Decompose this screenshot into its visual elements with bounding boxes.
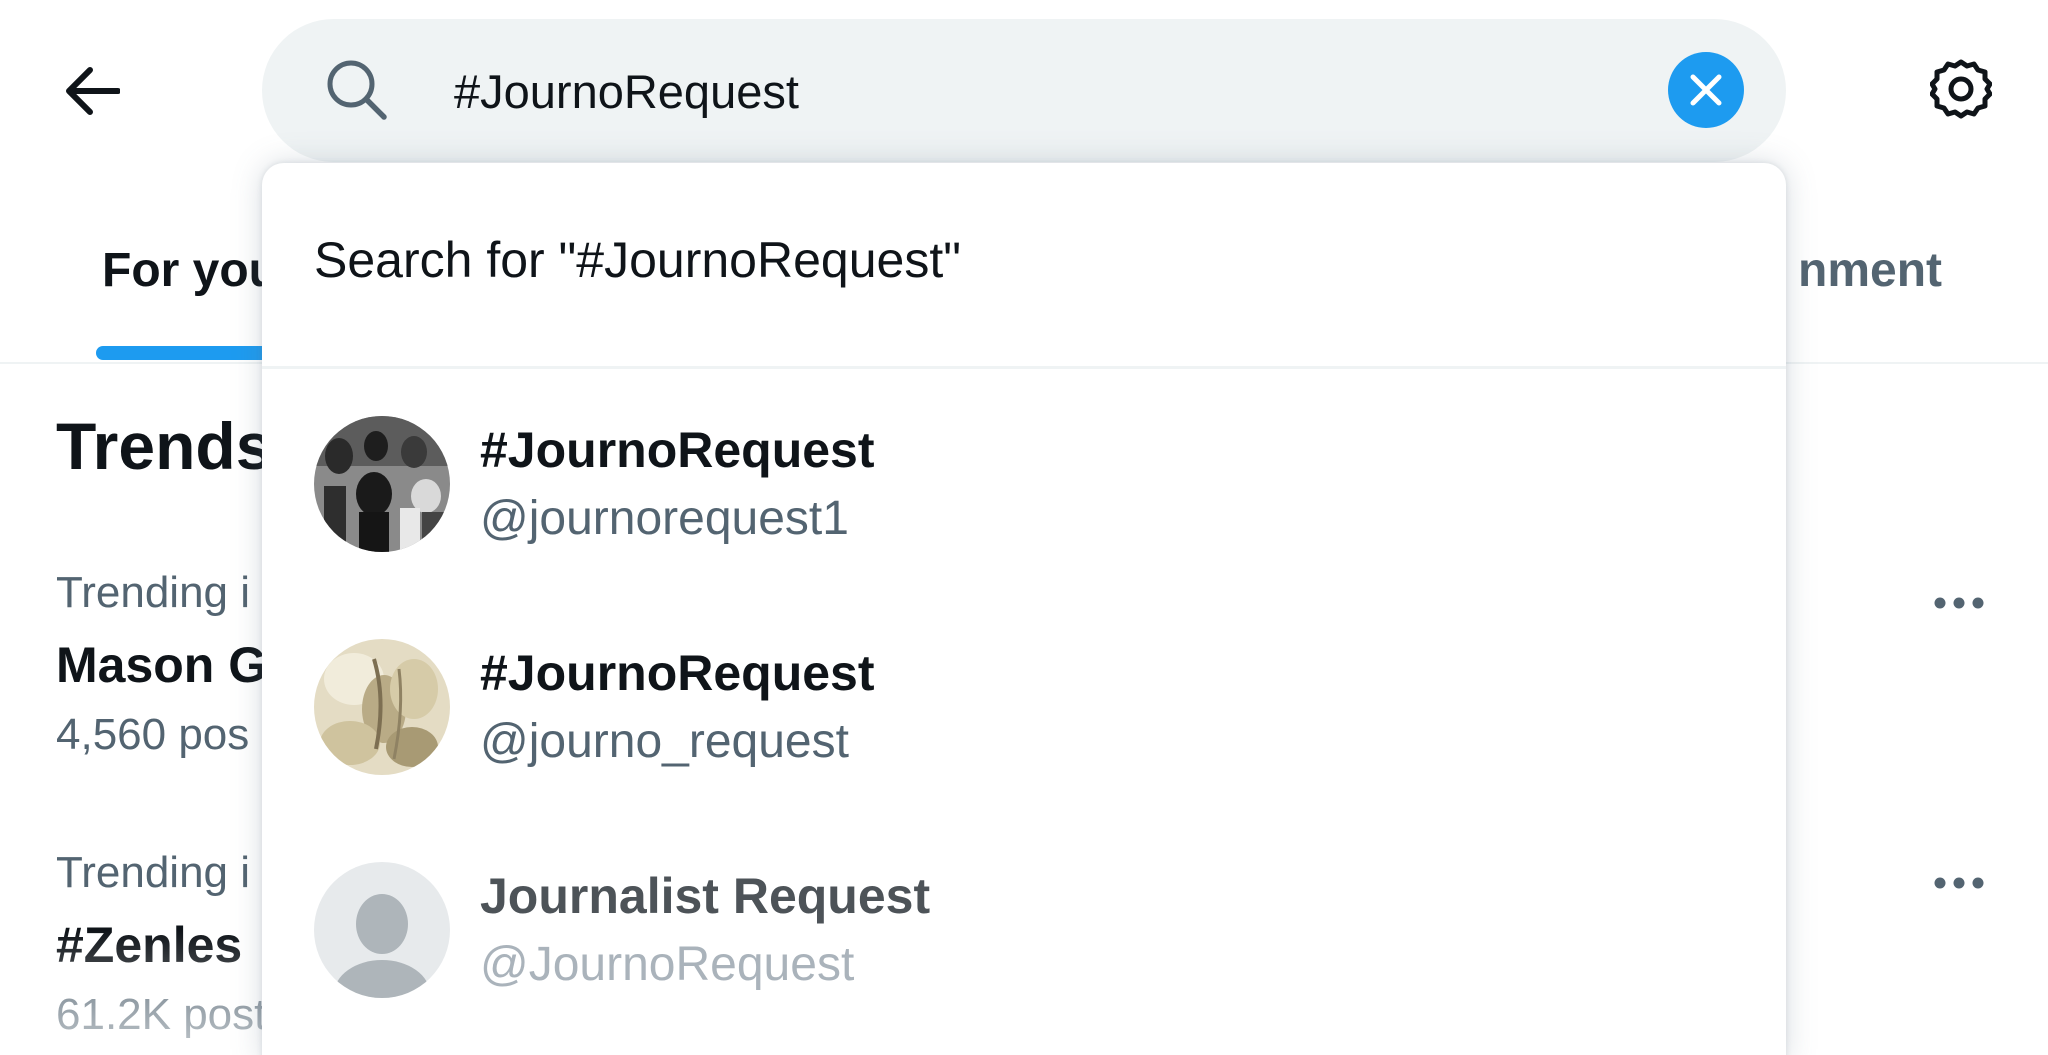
search-bar[interactable] (262, 19, 1786, 162)
settings-button[interactable] (1918, 46, 2004, 132)
trend-name: Mason G (56, 637, 268, 693)
user-display-name: #JournoRequest (480, 645, 875, 701)
trend-more-button[interactable] (1926, 570, 1992, 636)
search-icon (327, 60, 387, 120)
user-suggestion[interactable]: Journalist Request @JournoRequest (262, 815, 1786, 1037)
trend-post-count: 4,560 pos (56, 710, 250, 759)
back-button[interactable] (52, 51, 132, 131)
search-for-query-label: Search for "#JournoRequest" (314, 232, 961, 288)
trend-post-count: 61.2K post (56, 990, 267, 1039)
avatar-photo-crowd (314, 416, 450, 552)
user-handle: @journo_request (480, 715, 849, 768)
trend-context: Trending i (56, 848, 251, 897)
clear-search-button[interactable] (1668, 52, 1744, 128)
avatar-photo-beige (314, 639, 450, 775)
user-display-name: Journalist Request (480, 868, 931, 924)
tab-for-you[interactable]: For you (102, 243, 278, 298)
close-icon (1690, 74, 1722, 106)
avatar (314, 416, 450, 552)
default-avatar-icon (314, 862, 450, 998)
trends-heading: Trends (56, 409, 273, 483)
arrow-left-icon (66, 67, 120, 115)
user-display-name: #JournoRequest (480, 422, 875, 478)
more-horizontal-icon (1934, 877, 1984, 889)
search-input[interactable] (454, 49, 1574, 133)
search-page: For you nment Trends Trending i Mason G … (0, 0, 2048, 1055)
typeahead-dropdown: Search for "#JournoRequest" #JournoReque… (262, 163, 1786, 1055)
trend-context: Trending i (56, 568, 251, 617)
tab-entertainment[interactable]: nment (1798, 243, 1942, 298)
trend-more-button[interactable] (1926, 850, 1992, 916)
user-suggestion[interactable]: #JournoRequest @journo_request (262, 592, 1786, 814)
user-handle: @JournoRequest (480, 938, 855, 991)
user-suggestion[interactable]: #JournoRequest @journorequest1 (262, 369, 1786, 591)
avatar (314, 639, 450, 775)
gear-icon (1930, 59, 1992, 119)
more-horizontal-icon (1934, 597, 1984, 609)
trend-name: #Zenles (56, 917, 243, 973)
search-for-query-option[interactable]: Search for "#JournoRequest" (262, 163, 1786, 367)
user-handle: @journorequest1 (480, 492, 849, 545)
avatar (314, 862, 450, 998)
